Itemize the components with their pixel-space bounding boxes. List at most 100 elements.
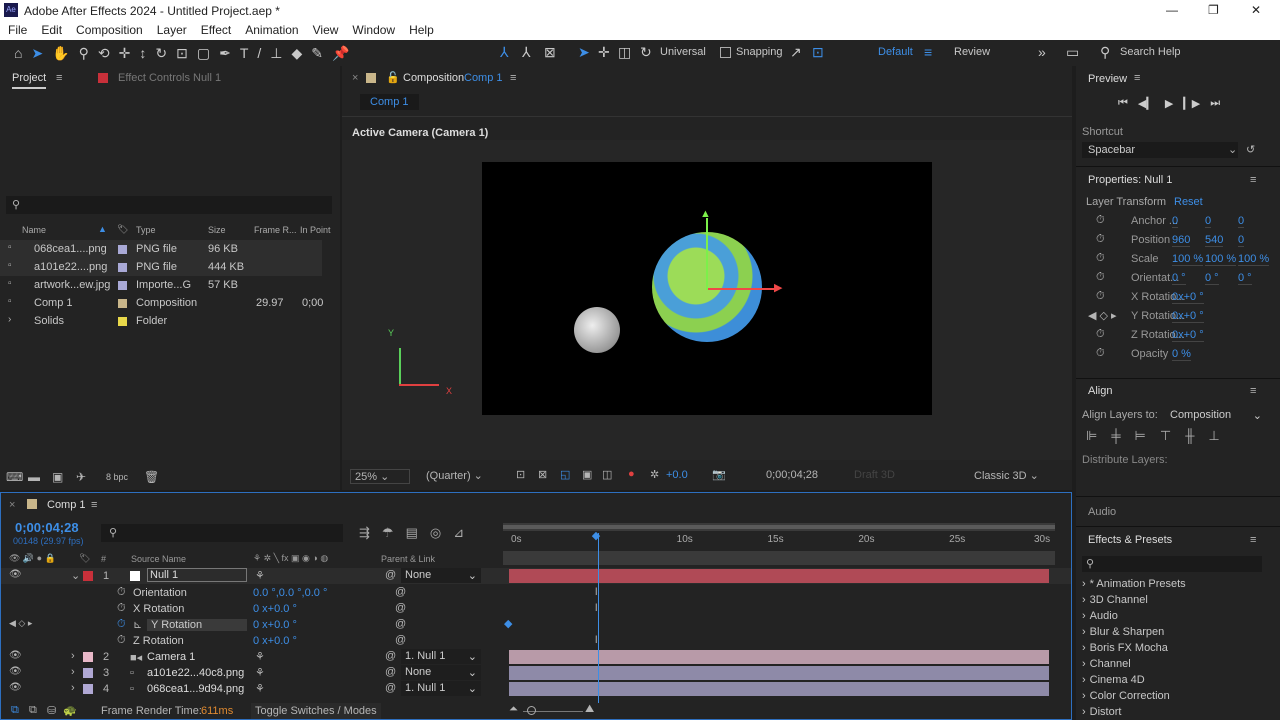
- zoom-slider[interactable]: [523, 706, 583, 715]
- expand-layer-icon[interactable]: ⌄: [71, 569, 80, 582]
- maximize-button[interactable]: ❐: [1208, 3, 1219, 17]
- first-frame-icon[interactable]: ⏮: [1118, 97, 1128, 110]
- playhead-handle-icon[interactable]: ◆: [592, 529, 600, 542]
- property-value[interactable]: 0: [1205, 215, 1212, 228]
- rotate-tool-icon[interactable]: ↻: [155, 45, 167, 62]
- channel-icon[interactable]: ●: [628, 468, 635, 480]
- parent-dropdown[interactable]: None ⌄: [401, 665, 481, 680]
- property-value[interactable]: 0 °: [1172, 272, 1186, 285]
- col-name[interactable]: Name: [22, 225, 46, 235]
- workspace-default[interactable]: Default: [878, 46, 913, 58]
- property-row[interactable]: ⏱ Z Rotation 0 x+0.0 ° @ I: [1, 633, 1071, 649]
- layer-duration-bar[interactable]: [509, 682, 1049, 696]
- time-ruler[interactable]: 0s 10s 15s 20s 25s 30s: [503, 531, 1055, 549]
- close-comp-tab-icon[interactable]: ×: [352, 72, 358, 84]
- parent-dropdown[interactable]: 1. Null 1 ⌄: [401, 681, 481, 696]
- timeline-search-input[interactable]: ⚲: [101, 524, 343, 542]
- timeline-tab[interactable]: Comp 1: [47, 499, 86, 511]
- property-value[interactable]: 0x+0 °: [1172, 329, 1204, 342]
- project-item[interactable]: ▫ 068cea1....png PNG file 96 KB: [0, 240, 322, 258]
- zoom-out-icon[interactable]: ⏶: [509, 703, 518, 716]
- col-size[interactable]: Size: [208, 225, 226, 235]
- property-value[interactable]: 0: [1172, 215, 1179, 228]
- y-axis-gizmo[interactable]: [706, 218, 708, 290]
- stopwatch-icon[interactable]: ⏱: [1096, 214, 1105, 227]
- more-workspaces-icon[interactable]: »: [1038, 44, 1046, 60]
- layer-label-color[interactable]: [83, 571, 93, 581]
- effects-category[interactable]: › Boris FX Mocha: [1082, 642, 1168, 654]
- close-button[interactable]: ✕: [1251, 3, 1261, 17]
- view-axis-icon[interactable]: ⊠: [544, 44, 556, 61]
- 3d-scale-icon[interactable]: ◫: [618, 44, 631, 61]
- property-row[interactable]: ⏱ X Rotation 0 x+0.0 ° @ I: [1, 601, 1071, 617]
- new-comp-icon[interactable]: ▣: [52, 470, 63, 484]
- effect-controls-tab[interactable]: Effect Controls Null 1: [118, 72, 221, 84]
- comp-canvas[interactable]: ▲ ▶: [482, 162, 932, 415]
- pickwhip-icon[interactable]: @: [395, 618, 406, 630]
- magnification-dropdown[interactable]: 25% ⌄: [350, 469, 410, 484]
- property-value[interactable]: 100 %: [1172, 253, 1204, 266]
- pickwhip-icon[interactable]: @: [395, 602, 406, 614]
- effects-search-input[interactable]: ⚲: [1082, 556, 1262, 572]
- visibility-eye-icon[interactable]: 👁: [9, 650, 22, 661]
- stopwatch-icon[interactable]: ⏱: [1096, 252, 1105, 265]
- shy-switch-icon[interactable]: ⚘: [255, 569, 265, 582]
- panels-icon[interactable]: ▭: [1066, 44, 1079, 61]
- layer-row[interactable]: 👁 › 4 ▫ 068cea1...9d94.png ⚘ @1. Null 1 ⌄: [1, 681, 1071, 697]
- project-tab[interactable]: Project: [12, 72, 47, 89]
- home-icon[interactable]: ⌂: [14, 45, 22, 61]
- zoom-in-icon[interactable]: ⛰: [585, 703, 594, 716]
- align-left-icon[interactable]: ⊫: [1086, 428, 1097, 444]
- layer-label-color[interactable]: [83, 652, 93, 662]
- stopwatch-icon[interactable]: ⏱: [117, 618, 126, 631]
- playhead[interactable]: ◆: [592, 530, 600, 703]
- region-of-interest-icon[interactable]: ⊡: [516, 468, 525, 481]
- align-menu-icon[interactable]: ≡: [1250, 385, 1256, 397]
- align-top-icon[interactable]: ⊤: [1160, 428, 1171, 444]
- expand-icon[interactable]: ›: [1082, 706, 1086, 718]
- parent-link-header[interactable]: Parent & Link: [381, 554, 435, 564]
- layer-label-color[interactable]: [83, 668, 93, 678]
- search-help-input[interactable]: Search Help: [1120, 46, 1181, 58]
- property-value[interactable]: 0x+0 °: [1172, 310, 1204, 323]
- pen-tool-icon[interactable]: ✒: [219, 45, 231, 62]
- layer-duration-bar[interactable]: [509, 666, 1049, 680]
- comp-menu-icon[interactable]: ≡: [510, 72, 516, 84]
- shortcut-dropdown[interactable]: Spacebar ⌄: [1082, 142, 1238, 158]
- reset-shortcut-icon[interactable]: ↺: [1246, 143, 1255, 156]
- pickwhip-icon[interactable]: @: [395, 586, 406, 598]
- zoom-slider-handle[interactable]: [527, 706, 536, 715]
- shy-switch-icon[interactable]: ⚘: [255, 650, 265, 663]
- effects-menu-icon[interactable]: ≡: [1250, 534, 1256, 546]
- snapshot-icon[interactable]: 📷: [712, 468, 726, 481]
- roto-brush-icon[interactable]: ✎: [311, 45, 323, 62]
- col-type[interactable]: Type: [136, 225, 156, 235]
- world-axis-icon[interactable]: ⅄: [522, 44, 531, 61]
- dolly-tool-icon[interactable]: ↕: [139, 45, 146, 61]
- parent-dropdown[interactable]: None ⌄: [401, 568, 481, 583]
- brush-tool-icon[interactable]: /: [257, 45, 261, 61]
- expand-icon[interactable]: ›: [1082, 642, 1086, 654]
- property-value[interactable]: 0 %: [1172, 348, 1191, 361]
- active-camera-label[interactable]: Active Camera (Camera 1): [352, 127, 488, 139]
- y-arrow-icon[interactable]: ▲: [700, 208, 711, 220]
- local-axis-icon[interactable]: ⅄: [500, 44, 509, 61]
- project-item[interactable]: ▫ artwork...ew.jpg Importe...G 57 KB: [0, 276, 322, 294]
- expand-icon[interactable]: ›: [1082, 578, 1086, 590]
- current-timecode[interactable]: 0;00;04;28: [15, 520, 79, 535]
- menu-file[interactable]: File: [8, 23, 27, 37]
- effects-category[interactable]: › * Animation Presets: [1082, 578, 1186, 590]
- audio-title[interactable]: Audio: [1088, 506, 1116, 518]
- guides-icon[interactable]: ▣: [582, 468, 592, 481]
- property-value[interactable]: 960: [1172, 234, 1191, 247]
- workspace-menu-icon[interactable]: ≡: [924, 44, 932, 60]
- expand-icon[interactable]: ›: [1082, 610, 1086, 622]
- type-tool-icon[interactable]: T: [240, 45, 249, 61]
- property-value[interactable]: 100 %: [1205, 253, 1237, 266]
- layer-row[interactable]: 👁 › 2 ■◂ Camera 1 ⚘ @1. Null 1 ⌄: [1, 649, 1071, 665]
- orbit-tool-icon[interactable]: ⟲: [98, 45, 110, 62]
- folder-toggle-icon[interactable]: ›: [8, 314, 11, 325]
- align-to-dropdown[interactable]: Composition ⌄: [1170, 409, 1262, 422]
- timeline-menu-icon[interactable]: ≡: [91, 499, 97, 511]
- align-bottom-icon[interactable]: ⊥: [1208, 428, 1219, 444]
